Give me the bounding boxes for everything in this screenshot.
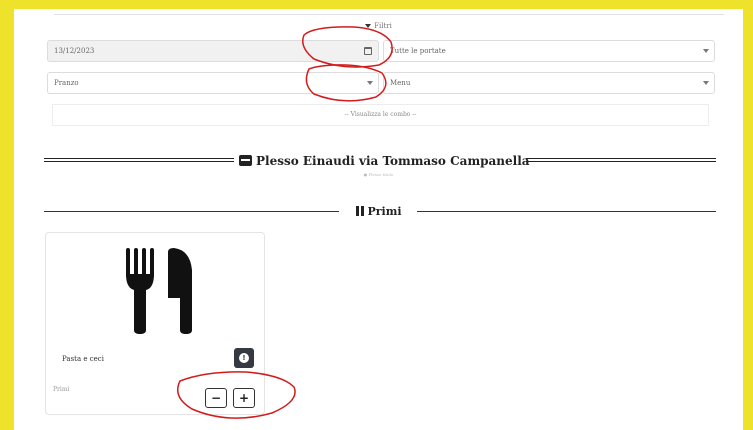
top-divider [54, 14, 724, 15]
info-button[interactable]: ! [234, 348, 254, 368]
info-icon: ! [239, 353, 249, 363]
menu-select-value: Menu [390, 79, 411, 87]
venue-divider-left [44, 158, 234, 162]
view-combos-button[interactable]: -- Visualizza le combo -- [52, 104, 709, 126]
utensils-icon [126, 248, 192, 334]
meal-select[interactable]: Pranzo [47, 72, 379, 94]
section-title: Primi [344, 205, 414, 218]
meal-select-value: Pranzo [54, 79, 79, 87]
filters-title: Filtri [374, 22, 392, 30]
menu-page: Filtri 13/12/2023 Tutte le portate Pranz… [14, 9, 743, 430]
chevron-down-icon [367, 81, 373, 85]
chevron-down-icon [703, 49, 709, 53]
menu-select[interactable]: Menu [383, 72, 715, 94]
chevron-down-icon [703, 81, 709, 85]
venue-name: Plesso Einaudi via Tommaso Campanella [256, 154, 530, 168]
venue-divider-right [526, 158, 716, 162]
increase-quantity-button[interactable]: + [233, 388, 255, 408]
dish-name: Pasta e ceci [62, 355, 104, 363]
date-value: 13/12/2023 [54, 47, 95, 55]
section-divider-left [44, 211, 339, 212]
course-select-value: Tutte le portate [390, 47, 446, 55]
section-divider-right [417, 211, 716, 212]
course-select[interactable]: Tutte le portate [383, 40, 715, 62]
decrease-quantity-button[interactable]: − [205, 388, 227, 408]
section-title-text: Primi [367, 205, 402, 218]
utensils-icon [356, 206, 365, 216]
dish-category: Primi [53, 386, 70, 393]
venue-subtitle: ● Plesso titolo [363, 172, 394, 177]
dish-card: Pasta e ceci ! Primi − + [45, 232, 265, 415]
filters-header: Filtri [14, 22, 743, 30]
filter-icon [365, 24, 372, 28]
store-icon [239, 155, 252, 166]
calendar-icon[interactable] [364, 47, 372, 55]
venue-title: Plesso Einaudi via Tommaso Campanella [239, 154, 530, 168]
date-field[interactable]: 13/12/2023 [47, 40, 379, 62]
